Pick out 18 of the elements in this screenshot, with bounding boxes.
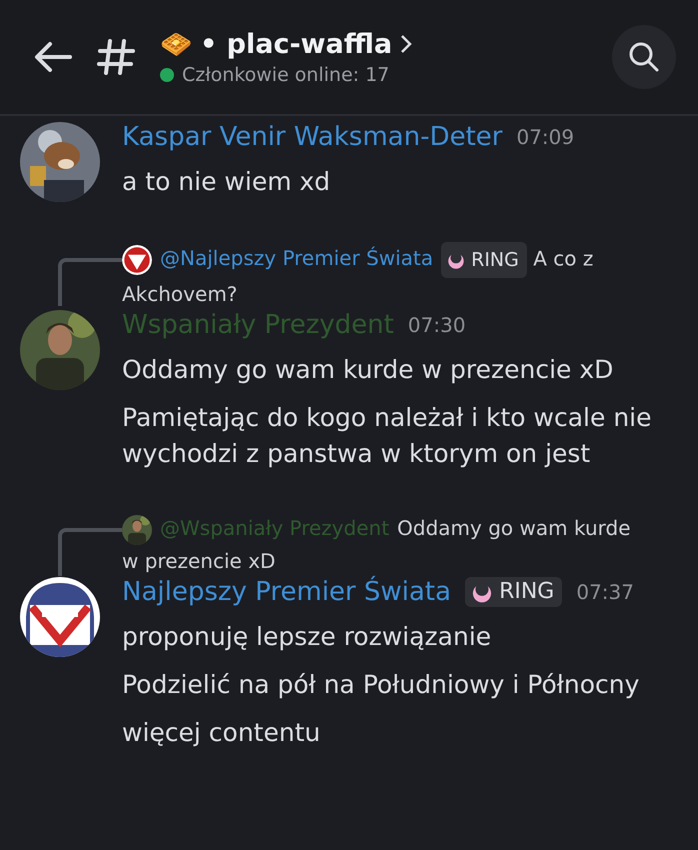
message-text: więcej contentu	[122, 716, 322, 749]
channel-name[interactable]: • plac-waffla	[200, 28, 392, 60]
role-badge: RING	[465, 576, 562, 607]
role-badge: RING	[441, 242, 527, 278]
message-time: 07:37	[576, 580, 634, 604]
message-time: 07:09	[516, 125, 574, 149]
message-text: a to nie wiem xd	[122, 166, 332, 198]
reply-preview[interactable]: @Wspaniały Prezydent Oddamy go wam kurde w prezencie xD	[122, 512, 678, 577]
author-name[interactable]: Najlepszy Premier Świata	[122, 576, 452, 607]
author-name[interactable]: Kaspar Venir Waksman-Deter	[122, 122, 502, 152]
message-text: Oddamy go wam kurde w prezencie xD	[122, 354, 614, 386]
message-text: Pamiętając do kogo należał i kto wcale nie wychodzi z panstwa w ktorym on jest	[122, 402, 652, 470]
waffle-emoji: 🧇	[160, 28, 192, 60]
members-online: Członkowie online: 17	[182, 64, 390, 86]
message-text: Podzielić na pół na Południowy i Północny	[122, 668, 640, 701]
reply-preview[interactable]: @Najlepszy Premier Świata RING A co z Akchovem?	[122, 242, 678, 310]
message-time: 07:30	[408, 313, 466, 337]
message-text: proponuję lepsze rozwiązanie	[122, 620, 492, 653]
